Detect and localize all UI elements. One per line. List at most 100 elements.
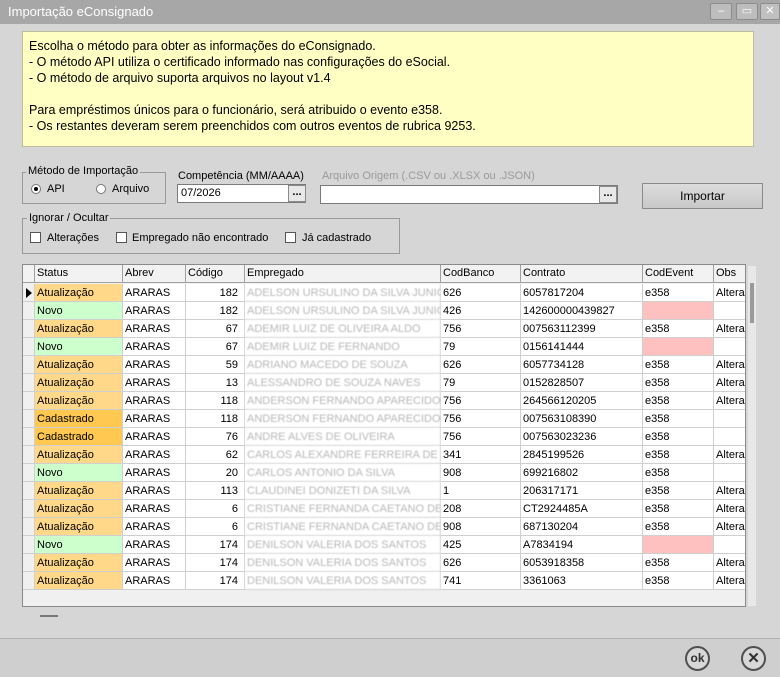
col-codigo-cell[interactable]: 76	[186, 428, 245, 446]
current-row-indicator[interactable]	[23, 284, 35, 302]
row-indicator[interactable]	[23, 392, 35, 410]
col-empregado-cell[interactable]: ADELSON URSULINO DA SILVA JUNIOR	[245, 284, 441, 302]
col-obs-cell[interactable]	[714, 302, 745, 320]
col-codevent-cell[interactable]: e358	[643, 446, 714, 464]
col-codbanco-cell[interactable]: 626	[441, 284, 521, 302]
check-ja-cadastrado-label[interactable]: Já cadastrado	[302, 232, 371, 244]
col-status-cell[interactable]: Atualização	[35, 482, 123, 500]
col-codevent-cell[interactable]: e358	[643, 374, 714, 392]
col-contrato-cell[interactable]: 0156141444	[521, 338, 643, 356]
col-empregado-cell[interactable]: ANDERSON FERNANDO APARECIDO GE	[245, 392, 441, 410]
col-abrev-cell[interactable]: ARARAS	[123, 320, 186, 338]
col-status-cell[interactable]: Novo	[35, 464, 123, 482]
table-row[interactable]: Atualização ARARAS 62 CARLOS ALEXANDRE FERR…	[23, 446, 745, 464]
col-abrev-cell[interactable]: ARARAS	[123, 392, 186, 410]
col-status-header[interactable]: Status	[35, 265, 123, 283]
col-contrato-cell[interactable]: 007563023236	[521, 428, 643, 446]
col-obs-cell[interactable]: Altera	[714, 572, 745, 590]
table-row[interactable]: Atualização ARARAS 13 ALESSANDRO DE SOUZA N…	[23, 374, 745, 392]
col-codevent-cell[interactable]	[643, 536, 714, 554]
col-codevent-cell[interactable]: e358	[643, 320, 714, 338]
import-button[interactable]: Importar	[642, 183, 763, 209]
col-empregado-cell[interactable]: CRISTIANE FERNANDA CAETANO DE FR	[245, 500, 441, 518]
col-contrato-cell[interactable]: 206317171	[521, 482, 643, 500]
col-codbanco-cell[interactable]: 756	[441, 392, 521, 410]
col-codbanco-cell[interactable]: 208	[441, 500, 521, 518]
col-empregado-cell[interactable]: DENILSON VALERIA DOS SANTOS	[245, 554, 441, 572]
col-codevent-header[interactable]: CodEvent	[643, 265, 714, 283]
col-codbanco-header[interactable]: CodBanco	[441, 265, 521, 283]
check-alteracoes[interactable]	[30, 232, 41, 243]
col-status-cell[interactable]: Atualização	[35, 572, 123, 590]
col-status-cell[interactable]: Atualização	[35, 356, 123, 374]
table-row[interactable]: Atualização ARARAS 6 CRISTIANE FERNANDA CAE…	[23, 500, 745, 518]
col-codbanco-cell[interactable]: 908	[441, 518, 521, 536]
col-codbanco-cell[interactable]: 341	[441, 446, 521, 464]
col-contrato-cell[interactable]: 264566120205	[521, 392, 643, 410]
col-empregado-cell[interactable]: DENILSON VALERIA DOS SANTOS	[245, 536, 441, 554]
col-empregado-cell[interactable]: ALESSANDRO DE SOUZA NAVES	[245, 374, 441, 392]
col-codbanco-cell[interactable]: 626	[441, 356, 521, 374]
col-codigo-cell[interactable]: 182	[186, 284, 245, 302]
table-row[interactable]: Atualização ARARAS 113 CLAUDINEI DONIZETI D…	[23, 482, 745, 500]
col-codevent-cell[interactable]: e358	[643, 284, 714, 302]
col-codigo-cell[interactable]: 6	[186, 518, 245, 536]
col-codbanco-cell[interactable]: 626	[441, 554, 521, 572]
col-abrev-cell[interactable]: ARARAS	[123, 518, 186, 536]
col-codbanco-cell[interactable]: 79	[441, 374, 521, 392]
col-codbanco-cell[interactable]: 756	[441, 320, 521, 338]
col-codevent-cell[interactable]: e358	[643, 428, 714, 446]
col-codbanco-cell[interactable]: 426	[441, 302, 521, 320]
col-codigo-cell[interactable]: 182	[186, 302, 245, 320]
arquivo-browse-button[interactable]: ...	[599, 186, 617, 203]
row-indicator[interactable]	[23, 410, 35, 428]
table-row[interactable]: Atualização ARARAS 67 ADEMIR LUIZ DE OLIVEI…	[23, 320, 745, 338]
col-obs-cell[interactable]: Altera	[714, 392, 745, 410]
col-status-cell[interactable]: Atualização	[35, 518, 123, 536]
col-codbanco-cell[interactable]: 741	[441, 572, 521, 590]
col-obs-cell[interactable]	[714, 464, 745, 482]
table-row[interactable]: Atualização ARARAS 174 DENILSON VALERIA DOS…	[23, 554, 745, 572]
col-obs-cell[interactable]	[714, 428, 745, 446]
col-empregado-cell[interactable]: CARLOS ALEXANDRE FERREIRA DE BATI	[245, 446, 441, 464]
col-status-cell[interactable]: Atualização	[35, 554, 123, 572]
col-codevent-cell[interactable]: e358	[643, 356, 714, 374]
col-abrev-header[interactable]: Abrev	[123, 265, 186, 283]
col-abrev-cell[interactable]: ARARAS	[123, 374, 186, 392]
col-obs-cell[interactable]	[714, 410, 745, 428]
col-codevent-cell[interactable]: e358	[643, 410, 714, 428]
col-contrato-cell[interactable]: 6053918358	[521, 554, 643, 572]
check-ja-cadastrado[interactable]	[285, 232, 296, 243]
table-row[interactable]: Novo ARARAS 20 CARLOS ANTONIO DA SILVA 908 69…	[23, 464, 745, 482]
competencia-input[interactable]: 07/2026	[177, 184, 306, 203]
col-status-cell[interactable]: Atualização	[35, 446, 123, 464]
col-obs-cell[interactable]: Altera	[714, 320, 745, 338]
col-contrato-header[interactable]: Contrato	[521, 265, 643, 283]
col-codevent-cell[interactable]: e358	[643, 464, 714, 482]
col-status-cell[interactable]: Novo	[35, 302, 123, 320]
row-indicator[interactable]	[23, 554, 35, 572]
col-codigo-cell[interactable]: 6	[186, 500, 245, 518]
col-empregado-cell[interactable]: ANDERSON FERNANDO APARECIDO GE	[245, 410, 441, 428]
col-codbanco-cell[interactable]: 756	[441, 428, 521, 446]
ok-button[interactable]: ok	[685, 646, 710, 671]
row-indicator[interactable]	[23, 446, 35, 464]
table-row[interactable]: Atualização ARARAS 182 ADELSON URSULINO DA …	[23, 284, 745, 302]
col-empregado-cell[interactable]: CLAUDINEI DONIZETI DA SILVA	[245, 482, 441, 500]
col-abrev-cell[interactable]: ARARAS	[123, 446, 186, 464]
col-status-cell[interactable]: Cadastrado	[35, 410, 123, 428]
col-status-cell[interactable]: Atualização	[35, 374, 123, 392]
col-contrato-cell[interactable]: A7834194	[521, 536, 643, 554]
row-indicator[interactable]	[23, 518, 35, 536]
col-contrato-cell[interactable]: CT2924485A	[521, 500, 643, 518]
col-obs-cell[interactable]	[714, 536, 745, 554]
check-empregado-nao-encontrado[interactable]	[116, 232, 127, 243]
col-codevent-cell[interactable]: e358	[643, 572, 714, 590]
col-codevent-cell[interactable]	[643, 302, 714, 320]
radio-arquivo-label[interactable]: Arquivo	[112, 183, 149, 195]
col-status-cell[interactable]: Novo	[35, 536, 123, 554]
row-indicator[interactable]	[23, 320, 35, 338]
col-codbanco-cell[interactable]: 425	[441, 536, 521, 554]
col-status-cell[interactable]: Cadastrado	[35, 428, 123, 446]
radio-arquivo[interactable]	[96, 184, 106, 194]
